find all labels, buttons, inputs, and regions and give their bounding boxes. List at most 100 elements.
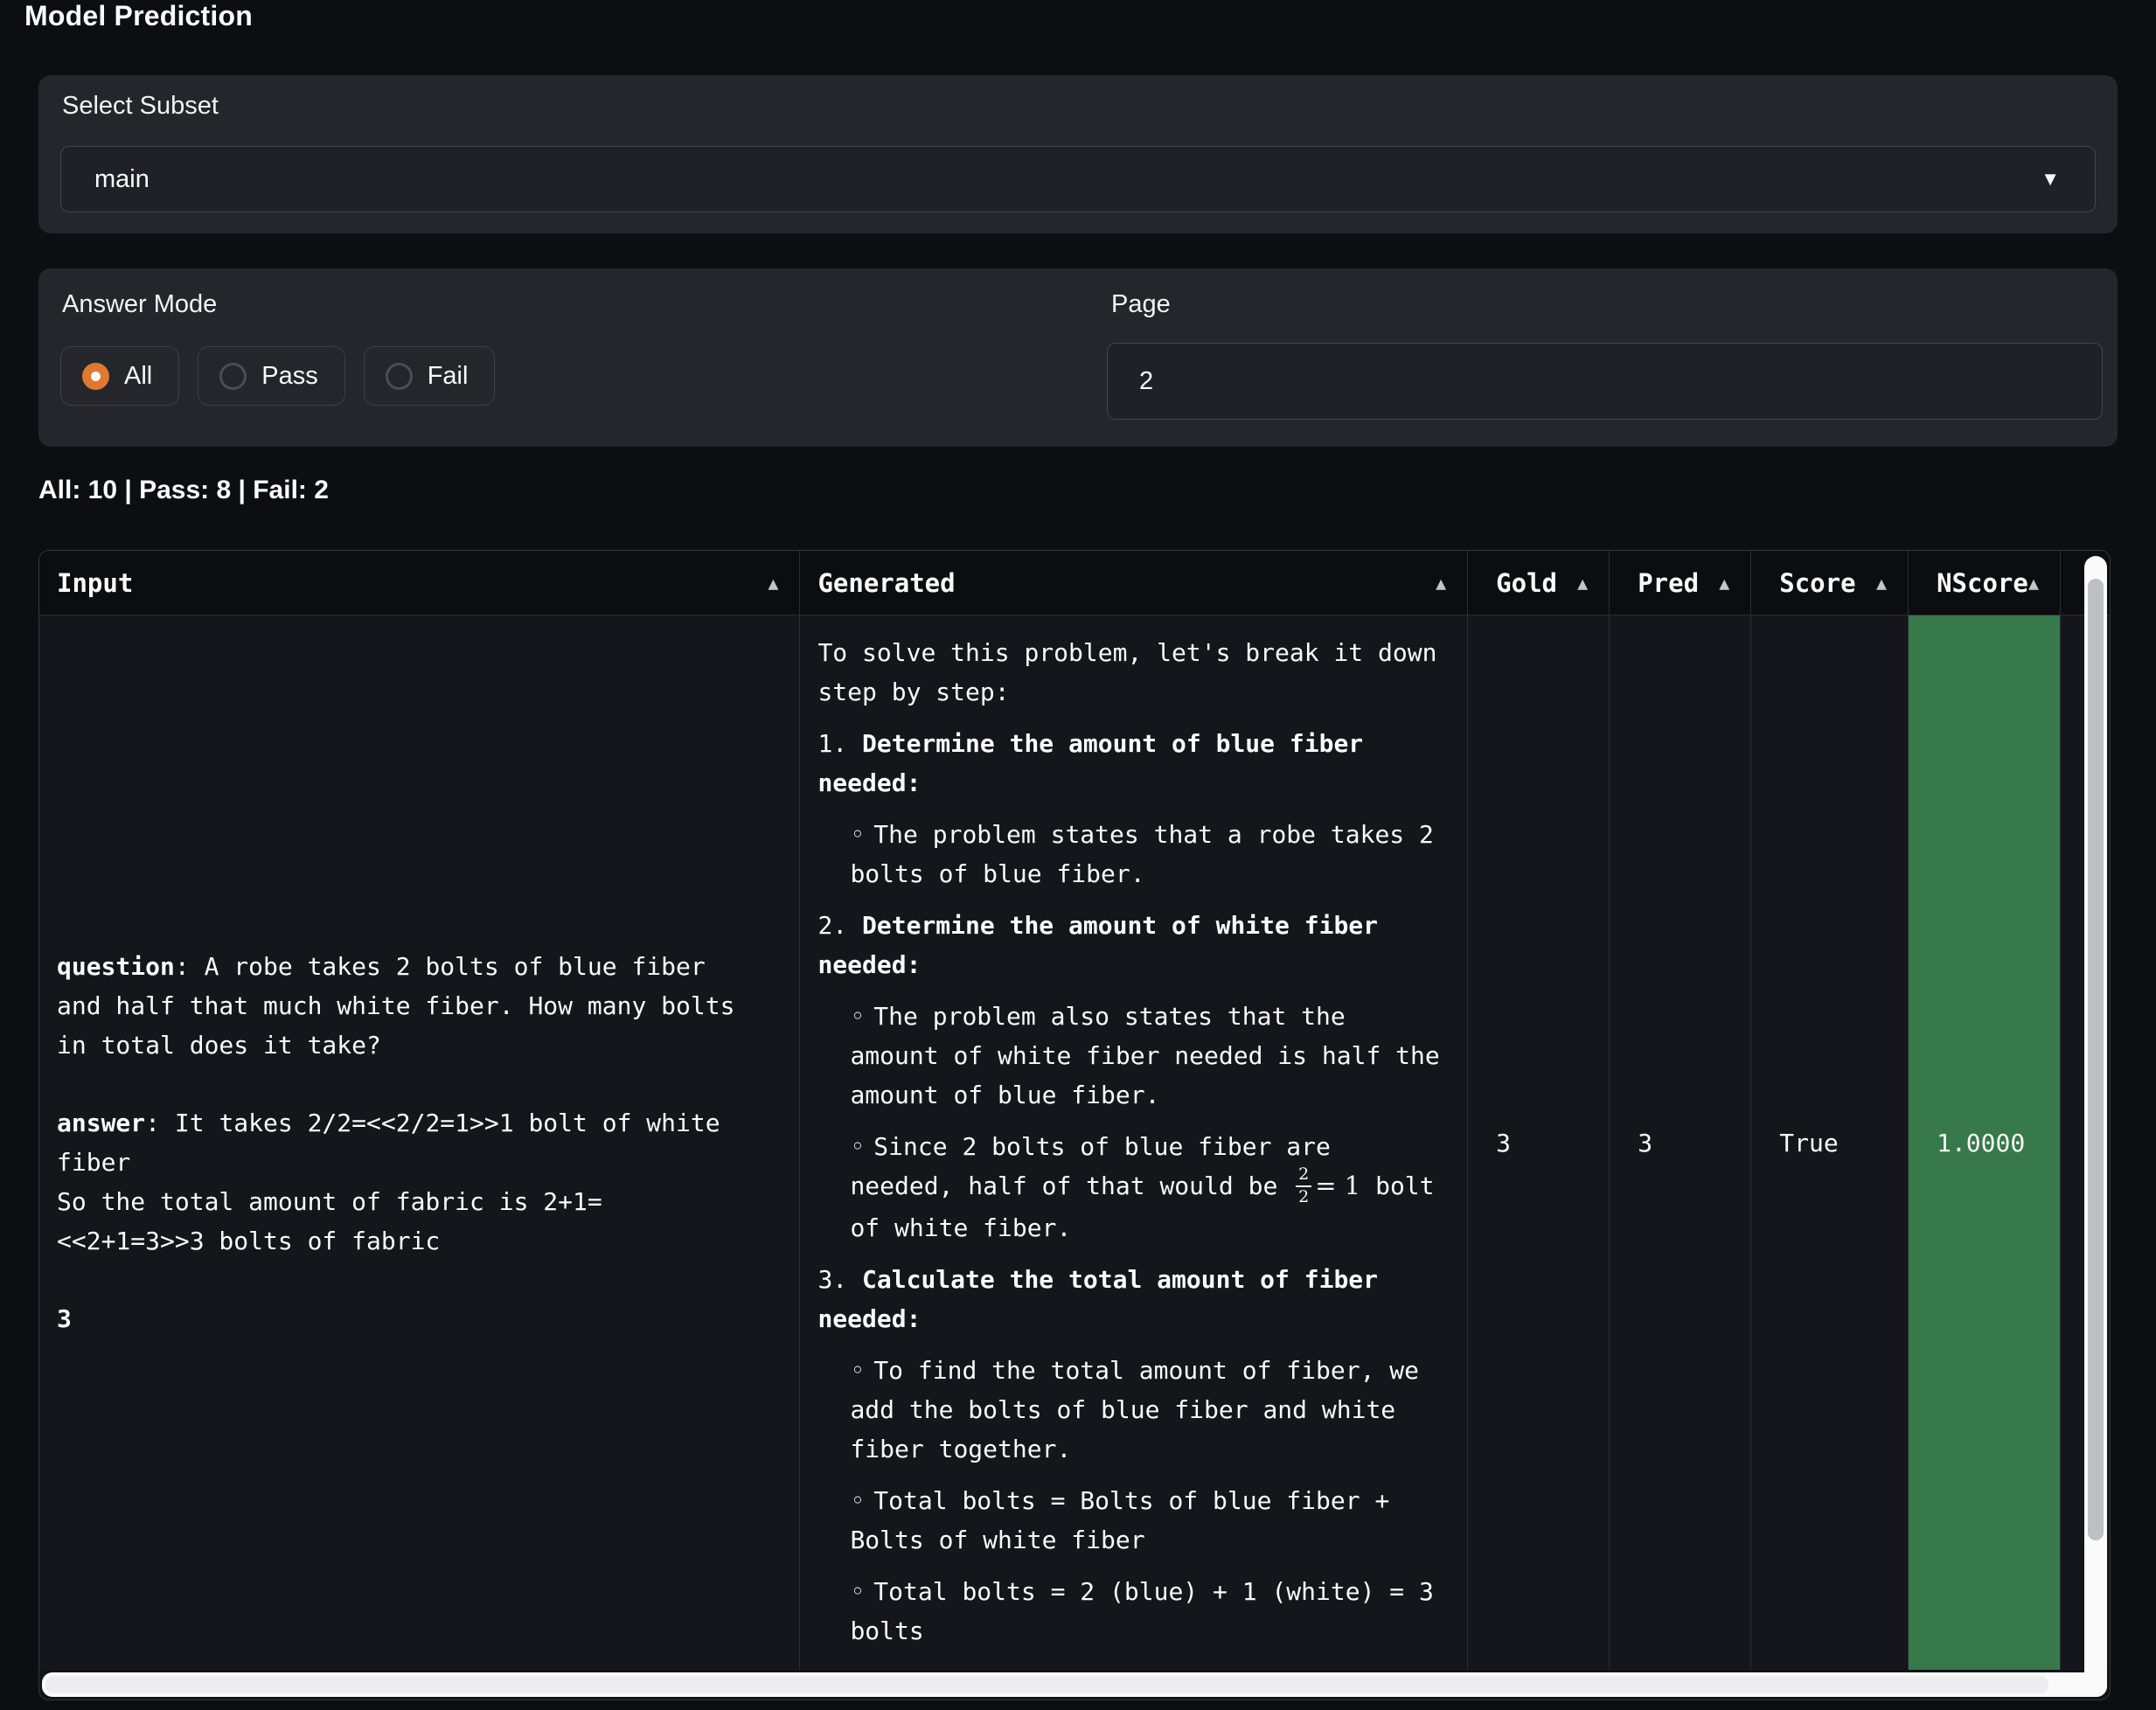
list-item: ◦The problem also states that the amount… [850,997,1443,1115]
header-generated[interactable]: Generated ▲ [800,551,1467,615]
header-gold-label: Gold [1496,568,1557,598]
subset-label: Select Subset [62,92,219,121]
fraction-denominator: 2 [1296,1187,1311,1207]
sort-asc-icon[interactable]: ▲ [1876,574,1887,592]
column-generated: Generated ▲ To solve this problem, let's… [800,551,1468,1670]
bullet-text: The problem states that a robe takes 2 b… [850,820,1433,888]
radio-all-label: All [124,362,152,391]
answer-mode-label: Answer Mode [62,290,217,319]
radio-selected-icon[interactable] [82,363,109,390]
horizontal-scrollbar-thumb[interactable] [45,1676,2048,1693]
radio-unselected-icon[interactable] [219,363,247,390]
final-answer: 3 [57,1299,739,1338]
bullet-text: Total bolts = Bolts of blue fiber + Bolt… [850,1486,1389,1554]
header-nscore[interactable]: NScore ▲ [1909,551,2060,615]
results-table: Input ▲ question: A robe takes 2 bolts o… [38,550,2111,1700]
column-nscore: NScore ▲ 1.0000 [1909,551,2061,1670]
vertical-scrollbar-thumb[interactable] [2088,579,2104,1540]
sort-asc-icon[interactable]: ▲ [1577,574,1588,592]
circle-bullet-icon: ◦ [850,1577,865,1606]
sort-asc-icon[interactable]: ▲ [2028,574,2039,592]
subset-panel: Select Subset main ▼ [38,75,2118,233]
cell-input[interactable]: question: A robe takes 2 bolts of blue f… [39,615,799,1670]
answer-mode-radiogroup: All Pass Fail [60,346,495,406]
radio-fail[interactable]: Fail [364,346,496,406]
input-cell-content: question: A robe takes 2 bolts of blue f… [57,947,739,1338]
step-3-number: 3. [817,1265,847,1294]
page-title: Model Prediction [24,0,253,32]
cell-generated[interactable]: To solve this problem, let's break it do… [800,615,1467,1670]
circle-bullet-icon: ◦ [850,1002,865,1031]
sort-asc-icon[interactable]: ▲ [1436,574,1446,592]
step-1-bullets: ◦The problem states that a robe takes 2 … [817,815,1443,893]
step-2-heading: Determine the amount of white fiber need… [817,911,1378,979]
circle-bullet-icon: ◦ [850,1486,865,1515]
page-label: Page [1111,290,1171,319]
nscore-cell[interactable]: 1.0000 [1909,615,2060,1670]
cell-gold[interactable]: 3 [1468,615,1609,1670]
bullet-text: To find the total amount of fiber, we ad… [850,1356,1419,1463]
generated-intro: To solve this problem, let's break it do… [817,633,1443,712]
step-3: 3. Calculate the total amount of fiber n… [817,1260,1443,1651]
step-2-bullets: ◦The problem also states that the amount… [817,997,1443,1248]
radio-pass[interactable]: Pass [198,346,344,406]
nscore-value: 1.0000 [1937,1123,2025,1163]
header-input[interactable]: Input ▲ [39,551,799,615]
column-gold: Gold ▲ 3 [1468,551,1610,1670]
cell-pred[interactable]: 3 [1610,615,1750,1670]
list-item: ◦Total bolts = 2 (blue) + 1 (white) = 3 … [850,1572,1443,1651]
page-input[interactable]: 2 [1107,343,2103,420]
chevron-down-icon[interactable]: ▼ [2041,168,2060,191]
cell-score[interactable]: True [1751,615,1908,1670]
math-equals: = 1 [1315,1171,1360,1200]
radio-unselected-icon[interactable] [386,363,413,390]
question-label: question [57,952,175,981]
header-pred-label: Pred [1638,568,1699,598]
gold-value: 3 [1496,1123,1511,1163]
header-gold[interactable]: Gold ▲ [1468,551,1609,615]
list-item: ◦Total bolts = Bolts of blue fiber + Bol… [850,1481,1443,1560]
header-pred[interactable]: Pred ▲ [1610,551,1750,615]
column-input: Input ▲ question: A robe takes 2 bolts o… [39,551,800,1670]
sort-asc-icon[interactable]: ▲ [1719,574,1729,592]
summary-counts: All: 10 | Pass: 8 | Fail: 2 [38,476,329,505]
step-1: 1. Determine the amount of blue fiber ne… [817,724,1443,893]
fraction-numerator: 2 [1296,1165,1311,1187]
step-1-number: 1. [817,729,847,758]
controls-panel: Answer Mode All Pass Fail Page 2 [38,268,2118,447]
step-3-heading: Calculate the total amount of fiber need… [817,1265,1378,1333]
column-pred: Pred ▲ 3 [1610,551,1751,1670]
subset-select-value: main [94,165,2041,194]
page-input-value: 2 [1139,367,1153,396]
answer-label: answer [57,1109,145,1137]
sort-asc-icon[interactable]: ▲ [768,574,778,592]
list-item: ◦To find the total amount of fiber, we a… [850,1351,1443,1469]
bullet-text: Total bolts = 2 (blue) + 1 (white) = 3 b… [850,1577,1433,1645]
circle-bullet-icon: ◦ [850,820,865,849]
horizontal-scrollbar[interactable] [42,1672,2107,1697]
list-item-math: ◦Since 2 bolts of blue fiber are needed,… [850,1127,1443,1248]
circle-bullet-icon: ◦ [850,1132,865,1161]
circle-bullet-icon: ◦ [850,1356,865,1385]
step-2-number: 2. [817,911,847,940]
radio-all[interactable]: All [60,346,179,406]
step-3-bullets: ◦To find the total amount of fiber, we a… [817,1351,1443,1651]
answer-text: : It takes 2/2=<<2/2=1>>1 bolt of white … [57,1109,734,1255]
header-score[interactable]: Score ▲ [1751,551,1908,615]
math-fraction: 22= 1 [1292,1171,1360,1200]
score-value: True [1779,1123,1838,1163]
generated-cell-content: To solve this problem, let's break it do… [800,615,1467,1651]
pred-value: 3 [1638,1123,1652,1163]
step-1-heading: Determine the amount of blue fiber neede… [817,729,1363,797]
bullet-text: The problem also states that the amount … [850,1002,1439,1109]
header-nscore-label: NScore [1937,568,2028,598]
answer-paragraph: answer: It takes 2/2=<<2/2=1>>1 bolt of … [57,1103,739,1261]
column-score: Score ▲ True [1751,551,1909,1670]
header-generated-label: Generated [817,568,955,598]
header-score-label: Score [1779,568,1855,598]
generated-steps: 1. Determine the amount of blue fiber ne… [817,724,1443,1651]
subset-select[interactable]: main ▼ [60,146,2096,212]
vertical-scrollbar[interactable] [2084,556,2107,1697]
header-input-label: Input [57,568,133,598]
math-bullet-before: Since 2 bolts of blue fiber are needed, … [850,1132,1330,1200]
